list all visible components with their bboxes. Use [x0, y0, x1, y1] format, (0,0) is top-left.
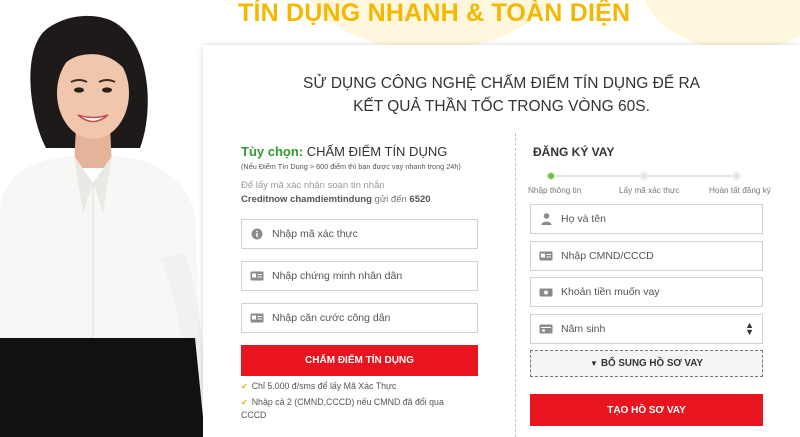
sms-syntax-line: Creditnow chamdiemtindung gửi đến 6520: [241, 194, 481, 205]
step-dot-3: [731, 171, 741, 181]
loan-amount-input[interactable]: Khoản tiền muốn vay: [530, 277, 763, 307]
credit-score-submit-button[interactable]: CHẤM ĐIỂM TÍN DỤNG: [241, 345, 478, 376]
card-headline: SỬ DỤNG CÔNG NGHỆ CHẤM ĐIỂM TÍN DỤNG ĐỂ …: [203, 72, 800, 118]
headline-line-2: KẾT QUẢ THẦN TỐC TRONG VÒNG 60S.: [353, 98, 650, 115]
full-name-input[interactable]: Họ và tên: [530, 204, 763, 234]
caret-down-icon: ▼: [590, 359, 598, 368]
sms-send-to: gửi đến: [374, 194, 407, 205]
citizen-id-input[interactable]: Nhập căn cước công dân: [241, 303, 478, 333]
option-label: Tùy chọn:: [241, 144, 304, 159]
full-name-placeholder: Họ và tên: [561, 213, 606, 225]
customer-service-photo: [0, 15, 205, 437]
credit-score-note: (Nếu Điểm Tín Dụng > 600 điểm thì bạn đư…: [241, 162, 461, 171]
credit-score-title: Tùy chọn: CHẤM ĐIỂM TÍN DỤNG: [241, 144, 481, 159]
column-divider: [515, 133, 516, 437]
headline-line-1: SỬ DỤNG CÔNG NGHỆ CHẤM ĐIỂM TÍN DỤNG ĐỂ …: [302, 75, 701, 92]
user-icon: [539, 212, 553, 226]
birth-year-select[interactable]: Năm sinh ▲ ▼: [530, 314, 763, 344]
step-label-1: Nhập thông tin: [528, 186, 582, 195]
register-title: ĐĂNG KÝ VAY: [533, 145, 615, 159]
step-label-2: Lấy mã xác thực: [619, 186, 680, 195]
sms-number: 6520: [409, 194, 431, 205]
credit-score-section: Tùy chọn: CHẤM ĐIỂM TÍN DỤNG (Nếu Điểm T…: [241, 144, 481, 205]
sms-syntax: Creditnow chamdiemtindung: [241, 194, 372, 205]
tip-sms-cost: ✔ Chỉ 5.000 đ/sms để lấy Mã Xác Thực: [241, 380, 396, 393]
credit-score-heading: CHẤM ĐIỂM TÍN DỤNG: [306, 144, 448, 159]
sms-instruction: Để lấy mã xác nhận soạn tin nhắn: [241, 180, 385, 191]
tip-both-ids: ✔ Nhập cả 2 (CMND,CCCD) nếu CMND đã đổi q…: [241, 396, 481, 422]
calendar-icon: [539, 322, 553, 336]
id-card-placeholder: Nhập chứng minh nhân dân: [272, 270, 403, 282]
create-loan-profile-button[interactable]: TẠO HỒ SƠ VAY: [530, 394, 763, 426]
info-icon: [250, 227, 264, 241]
citizen-id-placeholder: Nhập căn cước công dân: [272, 312, 391, 324]
verification-code-input[interactable]: Nhập mã xác thực: [241, 219, 478, 249]
supplement-label: BỔ SUNG HỒ SƠ VAY: [600, 358, 703, 369]
id-card-icon: [250, 311, 264, 325]
check-icon: ✔: [241, 382, 248, 391]
tip-text: Nhập cả 2 (CMND,CCCD) nếu CMND đã đổi qu…: [251, 397, 444, 407]
supplement-profile-button[interactable]: ▼ BỔ SUNG HỒ SƠ VAY: [530, 350, 763, 377]
id-card-icon: [250, 269, 264, 283]
id-card-icon: [539, 249, 553, 263]
step-dot-2: [639, 171, 649, 181]
verification-code-placeholder: Nhập mã xác thực: [272, 228, 358, 240]
step-label-3: Hoàn tất đăng ký: [709, 186, 771, 195]
birth-year-value: Năm sinh: [561, 323, 606, 335]
step-dot-1: [546, 171, 556, 181]
background-glow: [640, 0, 800, 50]
loan-amount-placeholder: Khoản tiền muốn vay: [561, 286, 660, 298]
select-arrows-icon: ▲ ▼: [745, 320, 754, 337]
check-icon: ✔: [241, 398, 248, 407]
id-number-input[interactable]: Nhập CMND/CCCD: [530, 241, 763, 271]
money-icon: [539, 285, 553, 299]
tip-text-continued: CCCD: [241, 410, 267, 420]
hero-title: TÍN DỤNG NHANH & TOÀN DIỆN: [238, 0, 631, 27]
id-card-input[interactable]: Nhập chứng minh nhân dân: [241, 261, 478, 291]
tip-text: Chỉ 5.000 đ/sms để lấy Mã Xác Thực: [251, 381, 397, 391]
id-number-placeholder: Nhập CMND/CCCD: [561, 250, 654, 262]
